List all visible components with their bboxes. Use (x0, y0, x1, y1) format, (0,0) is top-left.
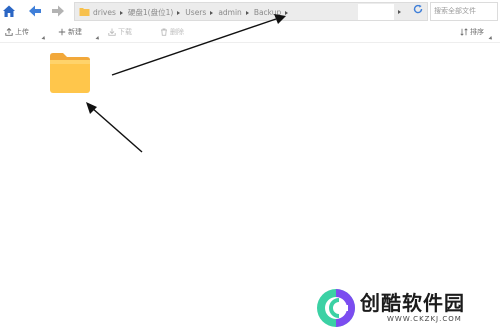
refresh-icon[interactable] (413, 4, 423, 14)
delete-button[interactable]: 删除 (160, 27, 184, 37)
delete-label: 删除 (170, 28, 184, 36)
search-input[interactable]: 搜索全部文件 (430, 2, 498, 21)
upload-dropdown-caret-icon[interactable] (41, 36, 47, 41)
new-button[interactable]: 新建 (58, 27, 82, 37)
search-placeholder: 搜索全部文件 (434, 7, 476, 15)
folder-icon (79, 8, 90, 16)
download-label: 下载 (118, 28, 132, 36)
breadcrumb-item-users[interactable]: Users (184, 8, 207, 17)
watermark-logo-icon (317, 289, 355, 327)
watermark-title: 创酷软件园 (360, 291, 465, 315)
chevron-right-icon (210, 10, 214, 15)
plus-icon (58, 28, 66, 36)
chevron-right-icon (119, 10, 123, 15)
toolbar: 上传 新建 下载 删除 排序 (0, 24, 500, 42)
sort-dropdown-caret-icon[interactable] (488, 36, 494, 41)
arrow-left-icon[interactable] (28, 3, 46, 21)
chevron-right-icon (398, 10, 401, 14)
folder-item[interactable] (48, 51, 92, 95)
download-button[interactable]: 下载 (108, 27, 132, 37)
new-label: 新建 (68, 28, 82, 36)
annotation-arrowhead-bottom (86, 102, 97, 114)
breadcrumb-item-admin[interactable]: admin (217, 8, 243, 17)
arrow-right-icon[interactable] (51, 3, 69, 21)
chevron-right-icon (177, 10, 181, 15)
toolbar-divider (0, 42, 500, 43)
breadcrumb-item-drives[interactable]: drives (92, 8, 117, 17)
chevron-right-icon (245, 10, 249, 15)
navigation-bar: drives 硬盘1(盘位1) Users admin Backup 搜索全部文… (0, 0, 500, 24)
new-dropdown-caret-icon[interactable] (95, 36, 101, 41)
watermark-logo: 创酷软件园 WWW.CKZKJ.COM (311, 282, 500, 333)
chevron-right-icon (285, 10, 289, 15)
breadcrumb-item-backup[interactable]: Backup (253, 8, 283, 17)
upload-icon (5, 28, 13, 36)
sort-icon (460, 28, 468, 36)
breadcrumb-editable-area[interactable] (358, 4, 394, 20)
sort-button[interactable]: 排序 (460, 27, 484, 37)
upload-button[interactable]: 上传 (5, 27, 29, 37)
home-icon[interactable] (2, 3, 20, 21)
upload-label: 上传 (15, 28, 29, 36)
breadcrumb-item-disk1[interactable]: 硬盘1(盘位1) (127, 7, 174, 18)
download-icon (108, 28, 116, 36)
annotation-arrow-to-folder (91, 107, 143, 153)
watermark-url: WWW.CKZKJ.COM (387, 315, 462, 323)
trash-icon (161, 28, 167, 36)
folder-icon (50, 53, 90, 93)
breadcrumb[interactable]: drives 硬盘1(盘位1) Users admin Backup (74, 2, 428, 21)
sort-label: 排序 (470, 28, 484, 36)
